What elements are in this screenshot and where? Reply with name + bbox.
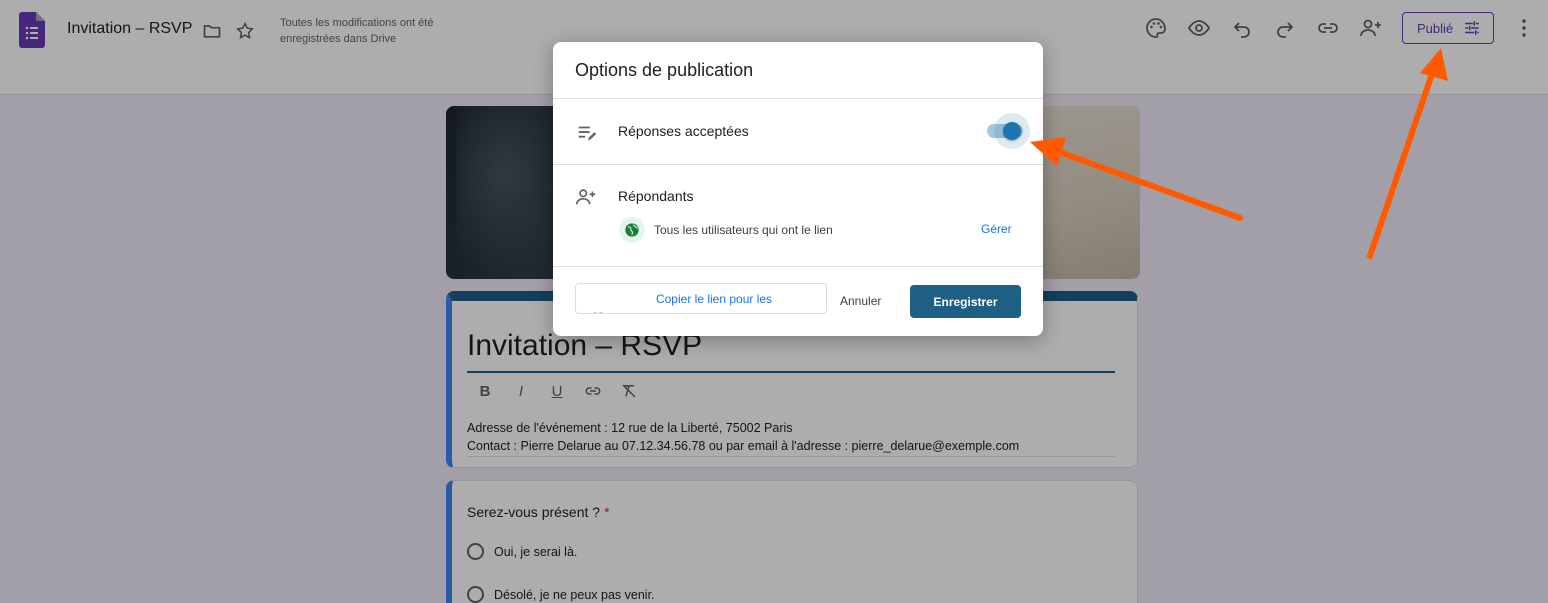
- responses-accepted-toggle[interactable]: [987, 113, 1030, 149]
- link-icon: [593, 312, 603, 313]
- responses-accepted-label: Réponses acceptées: [618, 123, 749, 139]
- save-button[interactable]: Enregistrer: [910, 285, 1021, 318]
- manage-access-link[interactable]: Gérer: [981, 222, 1012, 236]
- globe-badge: [619, 217, 645, 243]
- cancel-button[interactable]: Annuler: [840, 294, 881, 308]
- divider: [553, 266, 1043, 267]
- dialog-title: Options de publication: [575, 60, 754, 80]
- edit-list-icon: [578, 126, 597, 141]
- app-root: Invitation – RSVP Toutes les modificatio…: [0, 0, 1548, 603]
- divider: [553, 164, 1043, 165]
- publish-options-dialog: Options de publication Réponses acceptée…: [553, 42, 1043, 336]
- divider: [553, 98, 1043, 99]
- add-person-icon: [576, 189, 596, 205]
- toggle-knob: [1003, 122, 1021, 140]
- copy-link-label: Copier le lien pour les: [655, 292, 773, 306]
- globe-icon: [625, 223, 639, 237]
- respondents-label: Répondants: [618, 188, 694, 204]
- audience-text: Tous les utilisateurs qui ont le lien: [654, 223, 833, 237]
- copy-respondent-link-button[interactable]: Copier le lien pour les: [575, 283, 827, 314]
